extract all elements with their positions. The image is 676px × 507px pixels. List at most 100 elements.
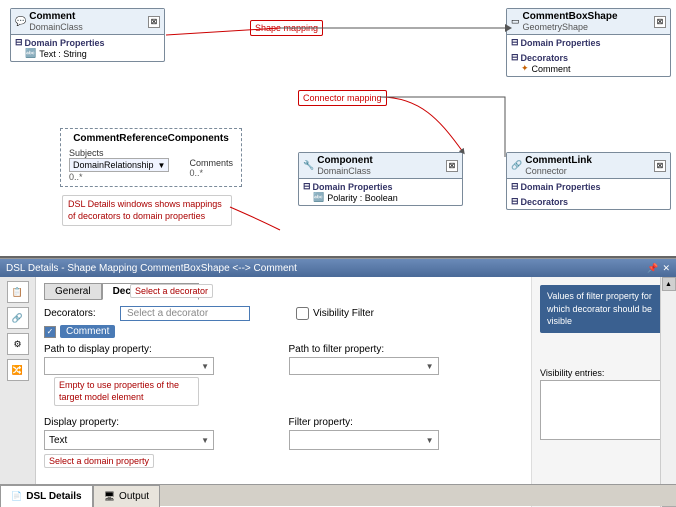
tabs: General Decorator Maps (44, 283, 523, 300)
commentboxshape-box: ▭ CommentBoxShape GeometryShape ⊠ ⊟ Doma… (506, 8, 671, 77)
display-property-select[interactable]: Text ▼ (44, 430, 214, 450)
bottom-tab-output[interactable]: 🖥 Output (93, 485, 160, 507)
scroll-up-btn[interactable]: ▲ (662, 277, 676, 291)
path-filter-label: Path to filter property: (289, 344, 524, 355)
panel-content: General Decorator Maps Decorators: Selec… (36, 277, 531, 507)
subjects-select[interactable]: DomainRelationship ▼ (69, 158, 169, 172)
filter-property-label: Filter property: (289, 417, 524, 428)
commentboxshape-comment-item: ✦ Comment (511, 63, 666, 74)
commentlink-decorators-header: ⊟ Decorators (511, 196, 666, 207)
dsl-callout: DSL Details windows shows mappings of de… (62, 195, 232, 226)
component-domain-header: ⊟ Domain Properties (303, 181, 458, 192)
comments-col: Comments 0..* (189, 158, 233, 178)
commentboxshape-collapse-btn[interactable]: ⊠ (654, 16, 666, 28)
visibility-entries-label: Visibility entries: (540, 368, 668, 378)
sidebar-icon-2[interactable]: 🔗 (7, 307, 29, 329)
comment-domain-header: ⊟ Domain Properties (15, 37, 160, 48)
comment-checkbox[interactable]: ✓ (44, 326, 56, 338)
path-row: Path to display property: ▼ Empty to use… (44, 344, 523, 375)
decorators-label: Decorators: (44, 308, 114, 319)
filter-col: Path to filter property: ▼ (289, 344, 524, 375)
visibility-filter-label: Visibility Filter (296, 307, 374, 320)
right-panel: Values of filter property for which deco… (531, 277, 676, 507)
commentlink-header: 🔗 CommentLink Connector ⊠ (507, 153, 670, 179)
comment-box-header: 💬 Comment DomainClass ⊠ (11, 9, 164, 35)
comment-domain-section: ⊟ Domain Properties 🔤 Text : String (11, 35, 164, 61)
tab-general[interactable]: General (44, 283, 102, 300)
panel-body: 📋 🔗 ⚙ 🔀 General Decorator Maps Decorator… (0, 277, 676, 507)
comment-box: 💬 Comment DomainClass ⊠ ⊟ Domain Propert… (10, 8, 165, 62)
comment-decorator-tag: Comment (60, 325, 115, 338)
subjects-label: Subjects (69, 148, 169, 158)
commentlink-box: 🔗 CommentLink Connector ⊠ ⊟ Domain Prope… (506, 152, 671, 210)
bottom-tab-dsldetails[interactable]: 📄 DSL Details (0, 485, 93, 507)
component-subtitle: DomainClass (317, 166, 373, 176)
comment-collapse-btn[interactable]: ⊠ (148, 16, 160, 28)
commentlink-domain-section: ⊟ Domain Properties (507, 179, 670, 194)
commentboxshape-domain-header: ⊟ Domain Properties (511, 37, 666, 48)
panel-titlebar: DSL Details - Shape Mapping CommentBoxSh… (0, 259, 676, 277)
decorator-comment-item: ✓ Comment (44, 325, 523, 338)
decorator-icon: ✦ (521, 63, 529, 74)
component-domain-section: ⊟ Domain Properties 🔤 Polarity : Boolean (299, 179, 462, 205)
ref-components-box: CommentReferenceComponents Subjects Doma… (60, 128, 242, 187)
component-box: 🔧 Component DomainClass ⊠ ⊟ Domain Prope… (298, 152, 463, 206)
ref-components-title: CommentReferenceComponents (69, 133, 233, 144)
property-icon: 🔤 (313, 192, 324, 203)
component-collapse-btn[interactable]: ⊠ (446, 160, 458, 172)
filter-property-select[interactable]: ▼ (289, 430, 439, 450)
path-display-select[interactable]: ▼ (44, 357, 214, 375)
commentlink-collapse-btn[interactable]: ⊠ (654, 160, 666, 172)
display-property-col: Display property: Text ▼ (44, 417, 279, 450)
property-row: Display property: Text ▼ Filter property… (44, 417, 523, 450)
comment-box-subtitle: DomainClass (29, 22, 83, 32)
diagram-area: 💬 Comment DomainClass ⊠ ⊟ Domain Propert… (0, 0, 676, 258)
commentboxshape-decorators-section: ⊟ Decorators ✦ Comment (507, 50, 670, 76)
connector-mapping-label: Connector mapping (298, 90, 387, 106)
commentboxshape-decorators-header: ⊟ Decorators (511, 52, 666, 63)
visibility-entries-box (540, 380, 668, 440)
pin-button[interactable]: 📌 (647, 263, 658, 274)
commentlink-decorators-section: ⊟ Decorators (507, 194, 670, 209)
panel-title: DSL Details - Shape Mapping CommentBoxSh… (6, 263, 297, 274)
filter-property-col: Filter property: ▼ (289, 417, 524, 450)
path-filter-select[interactable]: ▼ (289, 357, 439, 375)
select-decorator-box[interactable]: Select a decorator (120, 306, 250, 321)
commentboxshape-subtitle: GeometryShape (523, 22, 618, 32)
filter-callout: Values of filter property for which deco… (540, 285, 668, 333)
commentlink-domain-header: ⊟ Domain Properties (511, 181, 666, 192)
subjects-col: Subjects DomainRelationship ▼ 0..* (69, 148, 169, 182)
path-display-label: Path to display property: (44, 344, 279, 355)
bottom-tabbar: 📄 DSL Details 🖥 Output (0, 484, 676, 506)
commentlink-title: CommentLink (525, 155, 592, 166)
component-icon: 🔧 (303, 160, 314, 171)
commentboxshape-domain-section: ⊟ Domain Properties (507, 35, 670, 50)
output-tab-icon: 🖥 (104, 491, 115, 502)
display-property-label: Display property: (44, 417, 279, 428)
select-decorator-callout: Select a decorator (130, 284, 213, 298)
panel-sidebar: 📋 🔗 ⚙ 🔀 (0, 277, 36, 507)
commentboxshape-header: ▭ CommentBoxShape GeometryShape ⊠ (507, 9, 670, 35)
scrollbar[interactable]: ▲ ▼ (660, 277, 676, 507)
component-polarity-item: 🔤 Polarity : Boolean (303, 192, 458, 203)
display-col: Path to display property: ▼ Empty to use… (44, 344, 279, 375)
comment-box-title: Comment (29, 11, 83, 22)
shape-mapping-label: Shape mapping (250, 20, 323, 36)
bottom-panel: DSL Details - Shape Mapping CommentBoxSh… (0, 258, 676, 506)
scroll-track (661, 291, 676, 493)
component-header: 🔧 Component DomainClass ⊠ (299, 153, 462, 179)
shape-icon: ▭ (511, 16, 520, 27)
sidebar-icon-3[interactable]: ⚙ (7, 333, 29, 355)
link-icon: 🔗 (511, 160, 522, 171)
sidebar-icon-4[interactable]: 🔀 (7, 359, 29, 381)
visibility-filter-checkbox[interactable] (296, 307, 309, 320)
comment-icon: 💬 (15, 16, 26, 27)
decorators-row: Decorators: Select a decorator Select a … (44, 306, 523, 321)
ref-row: Subjects DomainRelationship ▼ 0..* Comme… (69, 148, 233, 182)
sidebar-icon-1[interactable]: 📋 (7, 281, 29, 303)
close-button[interactable]: ✕ (662, 263, 670, 274)
empty-callout: Empty to use properties of the target mo… (54, 377, 199, 406)
comment-text-item: 🔤 Text : String (15, 48, 160, 59)
commentboxshape-title: CommentBoxShape (523, 11, 618, 22)
select-domain-callout: Select a domain property (44, 454, 154, 468)
